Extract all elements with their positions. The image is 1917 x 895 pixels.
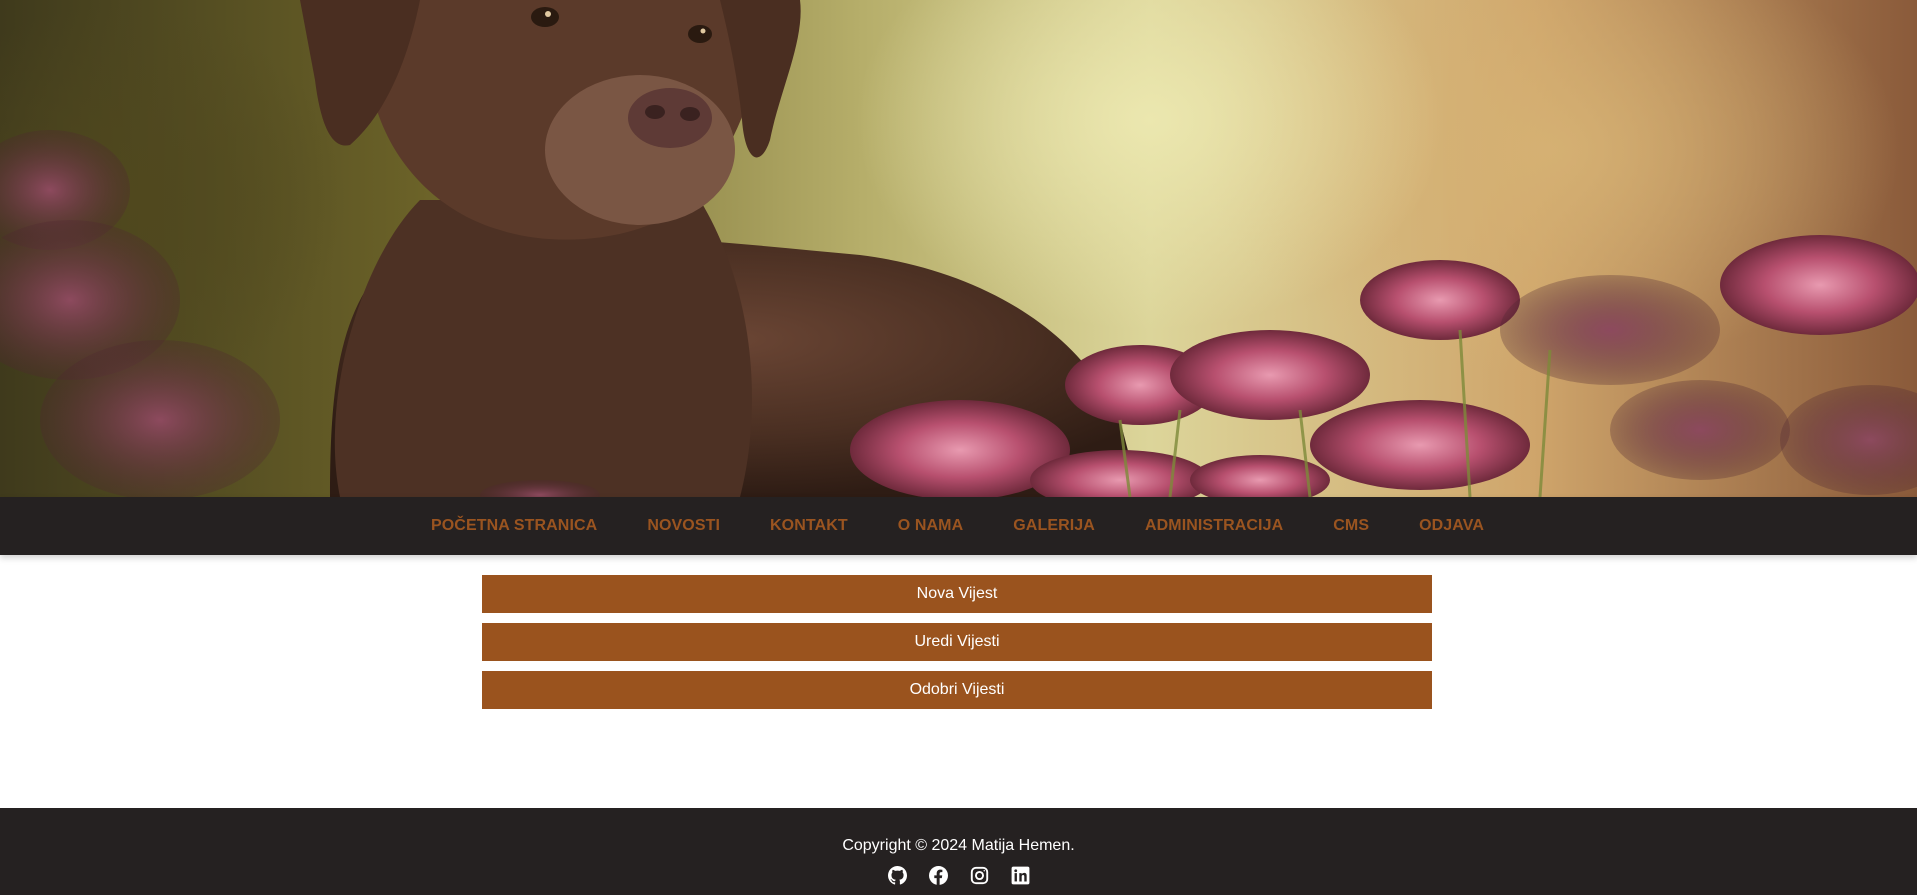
copyright-text: Copyright © 2024 Matija Hemen. xyxy=(842,837,1075,854)
instagram-icon[interactable] xyxy=(970,866,989,885)
nav-item-pocetna-stranica[interactable]: POČETNA STRANICA xyxy=(406,517,622,535)
nav-item-galerija[interactable]: GALERIJA xyxy=(988,517,1120,535)
nav-item-odjava[interactable]: ODJAVA xyxy=(1394,517,1509,535)
nav-item-novosti[interactable]: NOVOSTI xyxy=(622,517,745,535)
github-icon[interactable] xyxy=(887,866,907,885)
approve-news-button[interactable]: Odobri Vijesti xyxy=(482,671,1432,709)
nav-item-o-nama[interactable]: O NAMA xyxy=(873,517,988,535)
facebook-icon[interactable] xyxy=(928,866,948,885)
page-footer: Copyright © 2024 Matija Hemen. xyxy=(0,808,1917,895)
linkedin-icon[interactable] xyxy=(1011,866,1030,885)
nav-item-cms[interactable]: CMS xyxy=(1308,517,1394,535)
hero-image xyxy=(0,0,1917,497)
new-news-button[interactable]: Nova Vijest xyxy=(482,575,1432,613)
main-nav: POČETNA STRANICA NOVOSTI KONTAKT O NAMA … xyxy=(0,497,1917,555)
nav-item-kontakt[interactable]: KONTAKT xyxy=(745,517,873,535)
social-links xyxy=(0,866,1917,885)
nav-item-administracija[interactable]: ADMINISTRACIJA xyxy=(1120,517,1308,535)
dog-illustration xyxy=(0,0,1917,497)
edit-news-button[interactable]: Uredi Vijesti xyxy=(482,623,1432,661)
admin-actions: Nova Vijest Uredi Vijesti Odobri Vijesti xyxy=(482,575,1432,709)
